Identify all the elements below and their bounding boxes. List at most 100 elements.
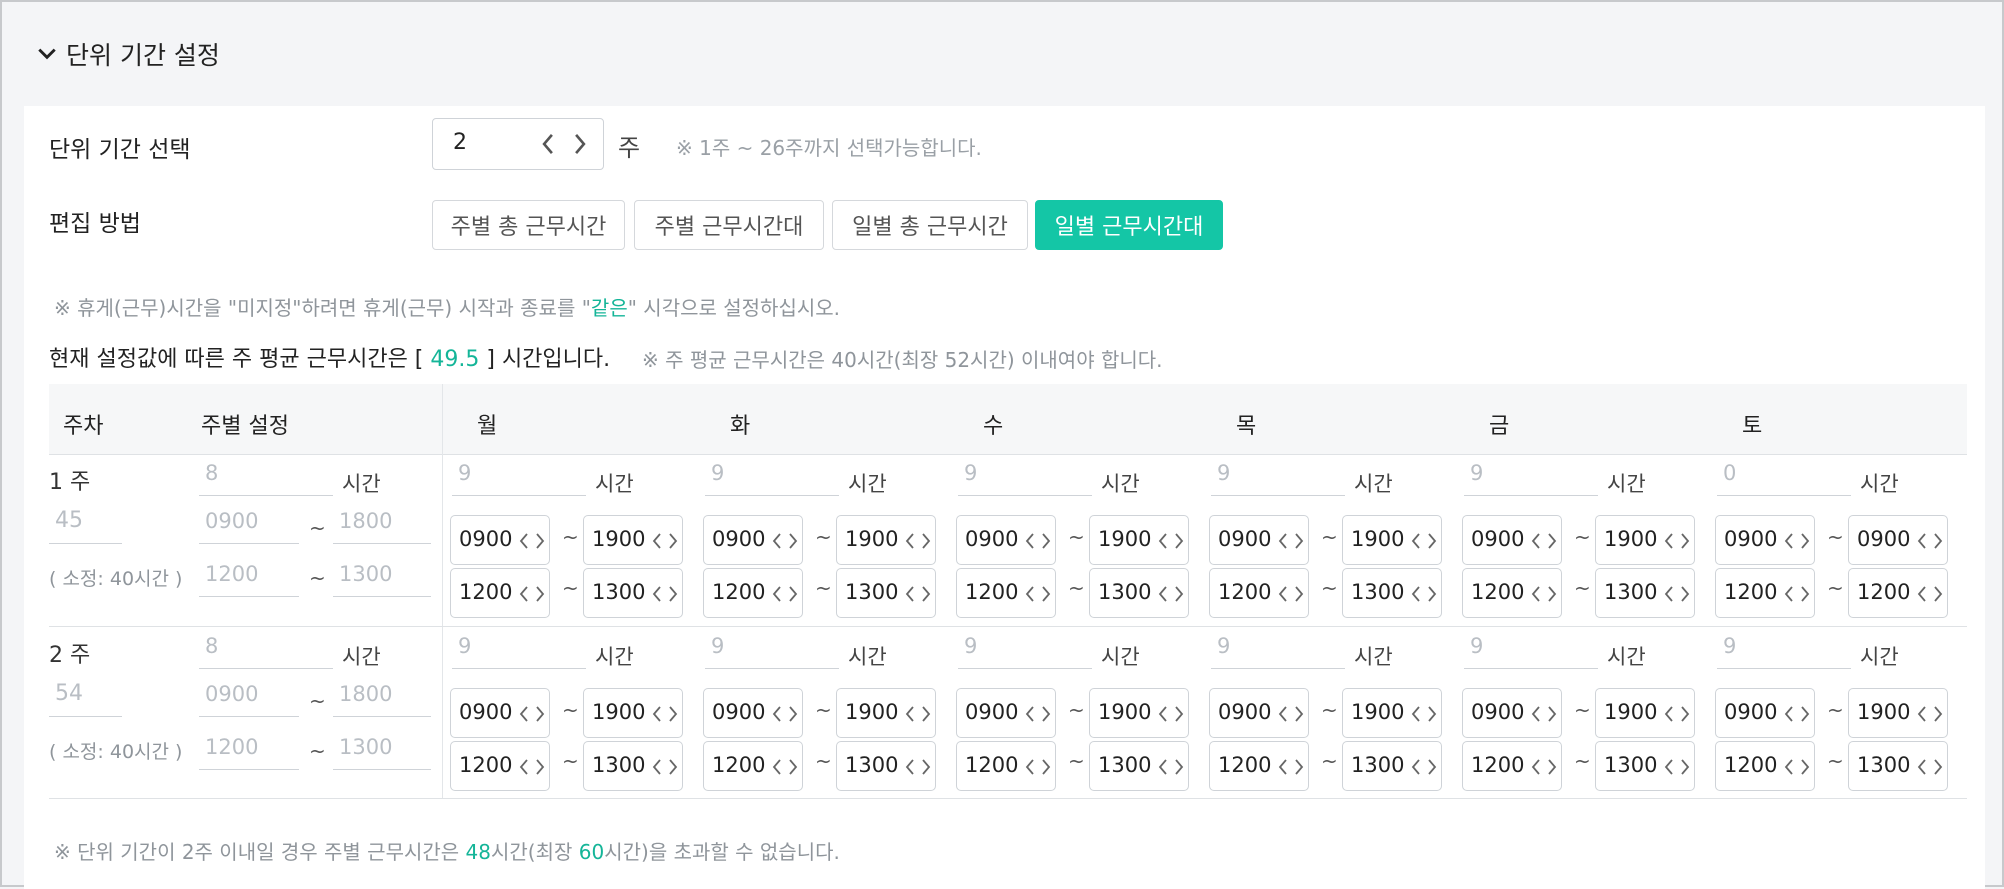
day-hours-input[interactable]: 9 xyxy=(958,458,1092,496)
chevron-right-icon[interactable] xyxy=(667,531,679,551)
day-rest-end-stepper[interactable]: 1300 xyxy=(836,568,936,618)
day-work-start-stepper-value[interactable]: 0900 xyxy=(1471,527,1524,551)
chevron-right-icon[interactable] xyxy=(1546,704,1558,724)
chevron-left-icon[interactable] xyxy=(1663,757,1675,777)
chevron-right-icon[interactable] xyxy=(787,584,799,604)
edit-daily-range-button[interactable]: 일별 근무시간대 xyxy=(1035,200,1223,250)
chevron-right-icon[interactable] xyxy=(1426,584,1438,604)
day-rest-start-stepper-value[interactable]: 1200 xyxy=(459,580,512,604)
day-work-end-stepper-value[interactable]: 1900 xyxy=(592,700,645,724)
chevron-right-icon[interactable] xyxy=(1426,531,1438,551)
chevron-left-icon[interactable] xyxy=(651,704,663,724)
chevron-left-icon[interactable] xyxy=(1024,704,1036,724)
day-hours-input[interactable]: 9 xyxy=(705,631,839,669)
day-work-start-stepper-value[interactable]: 0900 xyxy=(712,700,765,724)
chevron-left-icon[interactable] xyxy=(1410,757,1422,777)
day-rest-end-stepper[interactable]: 1300 xyxy=(1089,741,1189,791)
day-work-end-stepper[interactable]: 1900 xyxy=(583,515,683,565)
chevron-left-icon[interactable] xyxy=(1916,584,1928,604)
chevron-right-icon[interactable] xyxy=(920,531,932,551)
chevron-left-icon[interactable] xyxy=(651,531,663,551)
day-work-end-stepper-value[interactable]: 0900 xyxy=(1857,527,1910,551)
day-rest-start-stepper-value[interactable]: 1200 xyxy=(1471,580,1524,604)
chevron-left-icon[interactable] xyxy=(1783,704,1795,724)
day-work-start-stepper-value[interactable]: 0900 xyxy=(1218,700,1271,724)
day-rest-end-stepper[interactable]: 1300 xyxy=(1342,741,1442,791)
day-rest-start-stepper-value[interactable]: 1200 xyxy=(712,580,765,604)
day-rest-end-stepper[interactable]: 1300 xyxy=(583,568,683,618)
day-rest-end-stepper[interactable]: 1300 xyxy=(1595,568,1695,618)
day-work-start-stepper[interactable]: 0900 xyxy=(450,688,550,738)
chevron-right-icon[interactable] xyxy=(667,584,679,604)
chevron-left-icon[interactable] xyxy=(537,131,559,157)
chevron-right-icon[interactable] xyxy=(1040,584,1052,604)
day-rest-end-stepper-value[interactable]: 1300 xyxy=(1857,753,1910,777)
chevron-left-icon[interactable] xyxy=(1410,584,1422,604)
day-hours-input[interactable]: 9 xyxy=(1464,458,1598,496)
chevron-right-icon[interactable] xyxy=(1173,704,1185,724)
chevron-right-icon[interactable] xyxy=(1426,704,1438,724)
day-work-end-stepper-value[interactable]: 1900 xyxy=(1351,700,1404,724)
chevron-right-icon[interactable] xyxy=(920,704,932,724)
chevron-left-icon[interactable] xyxy=(1277,757,1289,777)
day-rest-start-stepper[interactable]: 1200 xyxy=(956,568,1056,618)
day-work-start-stepper[interactable]: 0900 xyxy=(1462,515,1562,565)
chevron-right-icon[interactable] xyxy=(787,704,799,724)
day-rest-start-stepper[interactable]: 1200 xyxy=(450,568,550,618)
day-rest-start-stepper-value[interactable]: 1200 xyxy=(1724,753,1777,777)
day-work-start-stepper[interactable]: 0900 xyxy=(1462,688,1562,738)
day-work-start-stepper[interactable]: 0900 xyxy=(1209,515,1309,565)
chevron-left-icon[interactable] xyxy=(1916,757,1928,777)
period-stepper[interactable]: 2 xyxy=(432,118,604,170)
chevron-left-icon[interactable] xyxy=(1916,531,1928,551)
weekly-work-end-input[interactable]: 1800 xyxy=(333,679,431,717)
day-rest-start-stepper-value[interactable]: 1200 xyxy=(1218,753,1271,777)
chevron-left-icon[interactable] xyxy=(1157,584,1169,604)
day-rest-start-stepper-value[interactable]: 1200 xyxy=(965,580,1018,604)
chevron-left-icon[interactable] xyxy=(1277,584,1289,604)
chevron-left-icon[interactable] xyxy=(1783,757,1795,777)
day-work-end-stepper[interactable]: 1900 xyxy=(1089,688,1189,738)
weekly-rest-start-input[interactable]: 1200 xyxy=(199,732,299,770)
day-work-end-stepper-value[interactable]: 1900 xyxy=(1098,527,1151,551)
day-hours-input[interactable]: 9 xyxy=(452,631,586,669)
chevron-right-icon[interactable] xyxy=(1173,531,1185,551)
chevron-left-icon[interactable] xyxy=(1277,704,1289,724)
chevron-left-icon[interactable] xyxy=(1916,704,1928,724)
day-work-end-stepper-value[interactable]: 1900 xyxy=(1098,700,1151,724)
chevron-left-icon[interactable] xyxy=(904,531,916,551)
day-work-end-stepper[interactable]: 1900 xyxy=(836,515,936,565)
chevron-right-icon[interactable] xyxy=(1799,531,1811,551)
day-rest-end-stepper[interactable]: 1300 xyxy=(583,741,683,791)
day-rest-end-stepper[interactable]: 1300 xyxy=(1342,568,1442,618)
day-hours-input[interactable]: 9 xyxy=(1464,631,1598,669)
weekly-work-end-input[interactable]: 1800 xyxy=(333,506,431,544)
day-work-end-stepper-value[interactable]: 1900 xyxy=(845,700,898,724)
chevron-right-icon[interactable] xyxy=(787,757,799,777)
day-work-start-stepper[interactable]: 0900 xyxy=(703,688,803,738)
day-work-end-stepper-value[interactable]: 1900 xyxy=(1604,527,1657,551)
chevron-right-icon[interactable] xyxy=(667,704,679,724)
day-work-end-stepper-value[interactable]: 1900 xyxy=(592,527,645,551)
chevron-right-icon[interactable] xyxy=(1799,704,1811,724)
day-rest-start-stepper[interactable]: 1200 xyxy=(1209,568,1309,618)
chevron-right-icon[interactable] xyxy=(1679,704,1691,724)
day-rest-end-stepper-value[interactable]: 1300 xyxy=(1351,753,1404,777)
chevron-left-icon[interactable] xyxy=(1783,531,1795,551)
week-total-field[interactable]: 45 xyxy=(49,506,122,544)
chevron-right-icon[interactable] xyxy=(569,131,591,157)
period-value[interactable]: 2 xyxy=(453,130,467,155)
day-rest-end-stepper[interactable]: 1300 xyxy=(1848,741,1948,791)
chevron-right-icon[interactable] xyxy=(1293,704,1305,724)
day-rest-start-stepper[interactable]: 1200 xyxy=(450,741,550,791)
day-hours-input[interactable]: 9 xyxy=(705,458,839,496)
day-rest-start-stepper[interactable]: 1200 xyxy=(1715,741,1815,791)
chevron-right-icon[interactable] xyxy=(920,757,932,777)
day-work-end-stepper-value[interactable]: 1900 xyxy=(1857,700,1910,724)
chevron-right-icon[interactable] xyxy=(534,704,546,724)
day-rest-start-stepper[interactable]: 1200 xyxy=(703,568,803,618)
edit-daily-total-button[interactable]: 일별 총 근무시간 xyxy=(832,200,1028,250)
chevron-right-icon[interactable] xyxy=(534,757,546,777)
chevron-left-icon[interactable] xyxy=(904,584,916,604)
chevron-left-icon[interactable] xyxy=(651,584,663,604)
